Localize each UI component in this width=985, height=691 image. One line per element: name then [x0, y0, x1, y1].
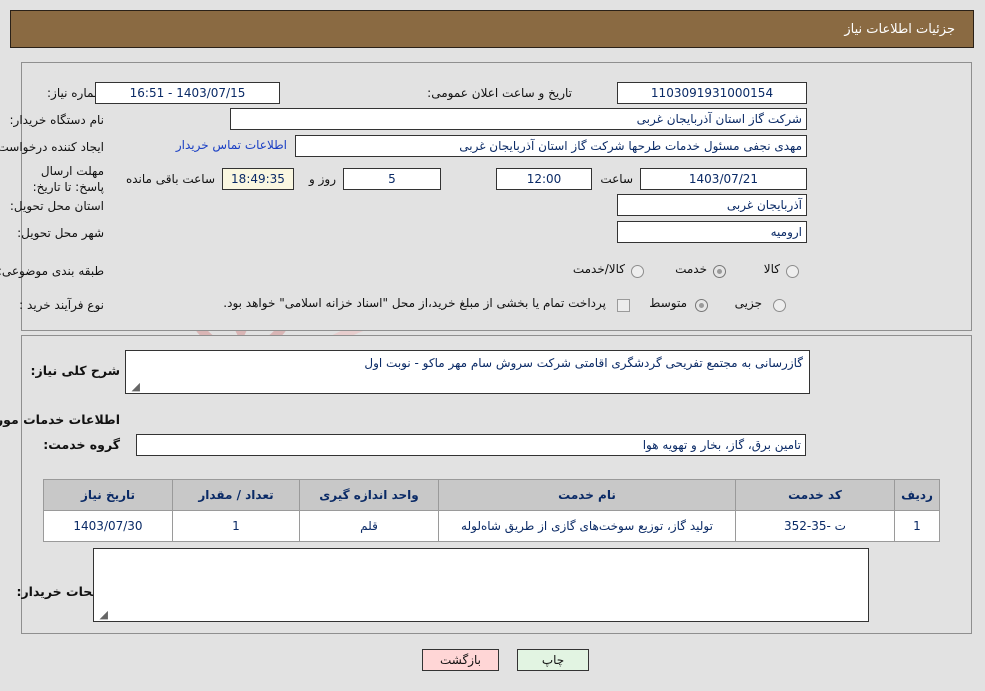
- province-value: آذربایجان غربی: [618, 194, 808, 216]
- resize-grip-icon[interactable]: ◢: [97, 609, 109, 621]
- need-number-value: 1103091931000154: [618, 82, 808, 104]
- process-option-motavaset-label: متوسط: [650, 296, 688, 310]
- process-radio-motavaset[interactable]: [696, 299, 709, 312]
- category-radio-khedmat[interactable]: [714, 265, 727, 278]
- process-label: نوع فرآیند خرید :: [20, 298, 105, 312]
- col-quantity: تعداد / مقدار: [173, 479, 301, 511]
- city-label: شهر محل تحویل:: [18, 226, 105, 240]
- print-button[interactable]: چاپ: [518, 649, 590, 671]
- back-button[interactable]: بازگشت: [423, 649, 500, 671]
- announce-datetime-label: تاریخ و ساعت اعلان عمومی:: [428, 86, 573, 100]
- col-service-name: نام خدمت: [439, 479, 737, 511]
- cell-quantity: 1: [173, 510, 301, 542]
- category-option-kala-label: کالا: [764, 262, 781, 276]
- service-group-value: تامین برق، گاز، بخار و تهویه هوا: [137, 434, 807, 456]
- buyer-contact-link[interactable]: اطلاعات تماس خریدار: [177, 138, 288, 152]
- buyer-org-value: شرکت گاز استان آذربایجان غربی: [231, 108, 808, 130]
- category-radio-kala[interactable]: [787, 265, 800, 278]
- creator-value: مهدی نجفی مسئول خدمات طرحها شرکت گاز است…: [296, 135, 808, 157]
- page-header: جزئیات اطلاعات نیاز: [11, 10, 975, 48]
- summary-label: شرح کلی نیاز:: [31, 363, 121, 378]
- deadline-label: مهلت ارسال پاسخ: تا تاریخ:: [33, 164, 105, 194]
- treasury-checkbox[interactable]: [618, 299, 631, 312]
- buyer-notes-textarea[interactable]: ◢: [94, 548, 870, 622]
- summary-textarea[interactable]: گازرسانی به مجتمع تفریحی گردشگری اقامتی …: [126, 350, 811, 394]
- summary-text: گازرسانی به مجتمع تفریحی گردشگری اقامتی …: [365, 356, 804, 370]
- resize-grip-icon[interactable]: ◢: [129, 381, 141, 393]
- city-value: ارومیه: [618, 221, 808, 243]
- cell-service-name: تولید گاز، توزیع سوخت‌های گازی از طریق ش…: [439, 510, 737, 542]
- col-row-no: ردیف: [895, 479, 941, 511]
- process-option-jozei-label: جزیی: [735, 296, 763, 310]
- category-option-kala-khedmat-label: کالا/خدمت: [573, 262, 626, 276]
- treasury-checkbox-label: پرداخت تمام یا بخشی از مبلغ خرید،از محل …: [224, 296, 607, 310]
- days-unit-label: روز و: [310, 172, 337, 186]
- cell-service-code: ت -35-352: [736, 510, 896, 542]
- table-row[interactable]: 1 ت -35-352 تولید گاز، توزیع سوخت‌های گا…: [44, 510, 941, 542]
- cell-need-date: 1403/07/30: [44, 510, 174, 542]
- buyer-org-label: نام دستگاه خریدار:: [10, 113, 106, 127]
- deadline-hour-value: 12:00: [497, 168, 593, 190]
- service-group-label: گروه خدمت:: [44, 437, 121, 452]
- deadline-date-value: 1403/07/21: [641, 168, 808, 190]
- days-remaining-value: 5: [344, 168, 442, 190]
- category-option-khedmat-label: خدمت: [676, 262, 708, 276]
- process-radio-jozei[interactable]: [774, 299, 787, 312]
- services-table: ردیف کد خدمت نام خدمت واحد اندازه گیری ت…: [44, 479, 941, 542]
- cell-row-no: 1: [895, 510, 941, 542]
- page-title: جزئیات اطلاعات نیاز: [845, 21, 956, 37]
- services-section-title: اطلاعات خدمات مورد نیاز: [0, 412, 121, 427]
- col-service-code: کد خدمت: [736, 479, 896, 511]
- deadline-hour-label: ساعت: [601, 172, 634, 186]
- time-remaining-suffix: ساعت باقی مانده: [126, 172, 216, 186]
- cell-unit: قلم: [300, 510, 440, 542]
- time-remaining-value: 18:49:35: [223, 168, 295, 190]
- category-radio-kala-khedmat[interactable]: [632, 265, 645, 278]
- category-label: طبقه بندی موضوعی:: [0, 264, 105, 278]
- col-unit: واحد اندازه گیری: [300, 479, 440, 511]
- col-need-date: تاریخ نیاز: [44, 479, 174, 511]
- creator-label: ایجاد کننده درخواست:: [0, 140, 105, 154]
- announce-datetime-value: 1403/07/15 - 16:51: [96, 82, 281, 104]
- province-label: استان محل تحویل:: [10, 199, 105, 213]
- table-header-row: ردیف کد خدمت نام خدمت واحد اندازه گیری ت…: [44, 479, 941, 511]
